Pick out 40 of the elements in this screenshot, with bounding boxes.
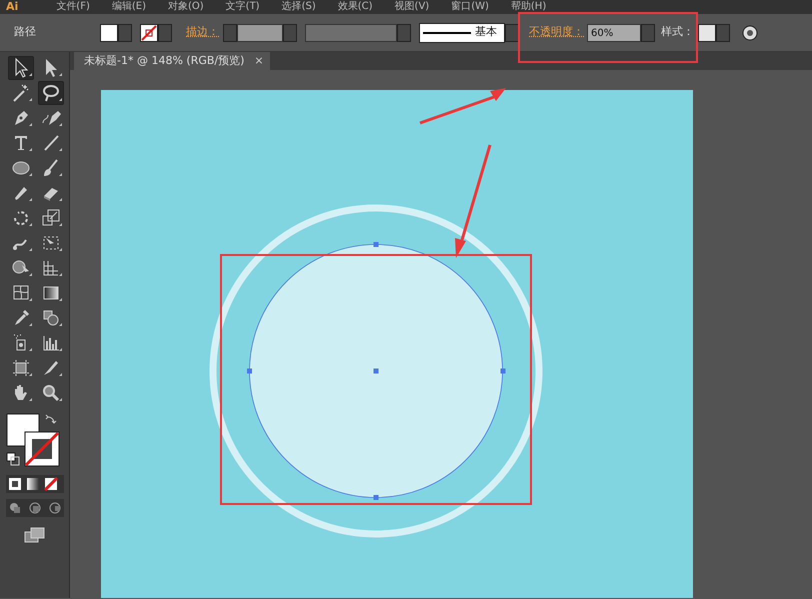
variable-width-field[interactable] — [305, 24, 397, 42]
scale-icon — [40, 207, 62, 229]
none-icon[interactable] — [44, 477, 58, 491]
stroke-label[interactable]: 描边： — [186, 24, 219, 41]
menu-item[interactable]: 文件(F) — [56, 1, 90, 13]
opacity-label[interactable]: 不透明度： — [529, 24, 584, 41]
opacity-field[interactable]: 60% — [587, 24, 641, 42]
lasso-icon — [40, 82, 62, 104]
app-logo: Ai — [6, 1, 18, 13]
object-type-label: 路径 — [14, 24, 36, 40]
globe-icon[interactable] — [742, 24, 758, 40]
menu-item[interactable]: 选择(S) — [282, 1, 316, 13]
color-icon[interactable] — [8, 477, 22, 491]
draw-inside-icon[interactable] — [48, 501, 62, 515]
menu-item[interactable]: 窗口(W) — [451, 1, 489, 13]
fill-stroke-drawing[interactable] — [6, 413, 62, 469]
close-button[interactable]: × — [254, 52, 264, 70]
fill-swatch[interactable] — [100, 24, 118, 42]
stroke-weight-field[interactable] — [237, 24, 283, 42]
dropdown-button[interactable] — [505, 24, 519, 42]
style-label: 样式： — [661, 24, 694, 40]
menu-item[interactable]: 文字(T) — [226, 1, 260, 13]
menu-item[interactable]: 帮助(H) — [510, 1, 546, 13]
menu-item[interactable]: 效果(C) — [338, 1, 373, 13]
draw-normal-icon[interactable] — [8, 501, 22, 515]
zoom-icon — [40, 382, 62, 404]
style-swatch[interactable] — [698, 24, 716, 42]
tool-button[interactable] — [38, 81, 64, 105]
menu-item[interactable]: 编辑(E) — [112, 1, 146, 13]
artboard-icon — [10, 357, 32, 379]
stroke-profile-field[interactable]: 基本 — [419, 22, 505, 42]
menu-item[interactable]: 对象(O) — [168, 1, 204, 13]
document-tab[interactable]: 未标题-1* @ 148% (RGB/预览) × — [74, 52, 270, 70]
menu-item[interactable]: 视图(V) — [394, 1, 430, 13]
draw-behind-icon[interactable] — [28, 501, 42, 515]
tool-button[interactable] — [8, 56, 34, 80]
ring-shape[interactable] — [210, 204, 542, 538]
stroke-none-swatch[interactable] — [140, 24, 158, 42]
gradient-icon[interactable] — [26, 477, 40, 491]
screen-mode-icon[interactable] — [24, 527, 46, 543]
